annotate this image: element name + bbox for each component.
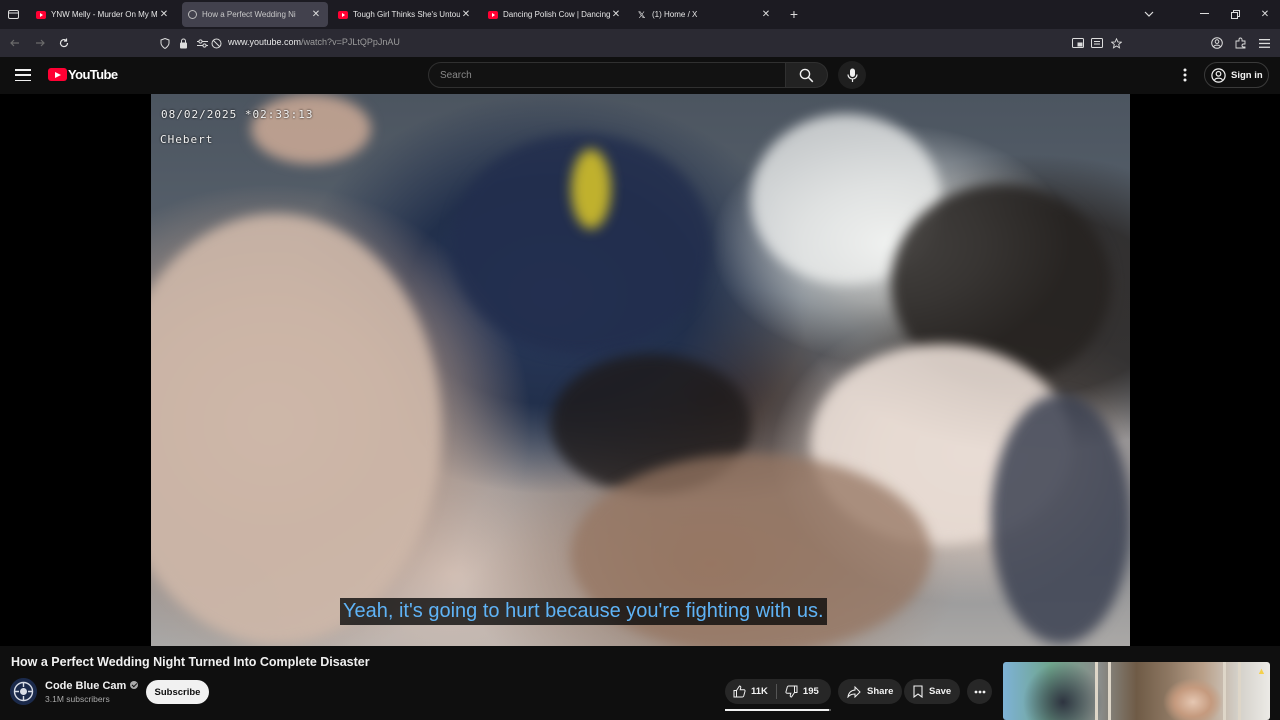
address-bar-url[interactable]: www.youtube.com/watch?v=PJLtQPpJnAU xyxy=(228,37,400,47)
like-ratio-fill xyxy=(725,709,829,711)
subscribe-button[interactable]: Subscribe xyxy=(146,680,209,704)
video-player[interactable]: 08/02/2025 *02:33:13 CHebert xyxy=(0,94,1280,646)
settings-kebab-icon[interactable] xyxy=(1176,66,1194,84)
save-button[interactable]: Save xyxy=(904,679,961,704)
video-frame[interactable]: 08/02/2025 *02:33:13 CHebert xyxy=(151,94,1130,646)
like-count: 11K xyxy=(751,686,768,697)
tracking-shield-icon[interactable] xyxy=(158,36,172,50)
thumbnail-railing xyxy=(1095,662,1098,720)
youtube-logo[interactable]: YouTube xyxy=(48,67,118,82)
thumbs-down-icon xyxy=(785,685,798,698)
x-logo-icon: 𝕏 xyxy=(638,9,646,20)
dislike-count: 195 xyxy=(802,686,819,697)
recommended-video-thumbnail[interactable]: ▲ xyxy=(1003,662,1270,720)
tab-overflow-chevron-icon[interactable] xyxy=(1140,6,1158,22)
sign-in-label: Sign in xyxy=(1231,69,1263,81)
reader-view-icon[interactable] xyxy=(1090,36,1104,50)
youtube-wordmark: YouTube xyxy=(68,67,118,82)
lock-icon[interactable] xyxy=(176,36,190,50)
search-box[interactable] xyxy=(428,62,786,88)
more-horizontal-icon xyxy=(974,690,985,693)
tab-list-icon[interactable] xyxy=(5,6,21,22)
permissions-icon[interactable] xyxy=(195,36,209,50)
browser-tab-dancing-cow[interactable]: Dancing Polish Cow | Dancing ✕ xyxy=(482,2,628,27)
youtube-favicon-icon xyxy=(338,10,348,19)
tab-title: How a Perfect Wedding Ni xyxy=(202,10,296,19)
bodycam-timestamp: 08/02/2025 *02:33:13 xyxy=(161,108,314,121)
account-icon[interactable] xyxy=(1210,36,1224,50)
youtube-play-logo-icon xyxy=(48,68,67,81)
tab-title: YNW Melly - Murder On My Mi xyxy=(51,10,158,19)
search-icon xyxy=(799,68,814,82)
url-path: /watch?v=PJLtQPpJnAU xyxy=(301,37,400,47)
back-arrow-icon[interactable] xyxy=(6,34,24,52)
url-host: www.youtube.com xyxy=(228,37,302,47)
video-officer-face xyxy=(251,94,371,164)
tab-title: (1) Home / X xyxy=(652,10,698,19)
close-window-icon[interactable]: ✕ xyxy=(1256,6,1274,22)
search-input[interactable] xyxy=(429,63,785,87)
browser-tab-ynw-melly[interactable]: YNW Melly - Murder On My Mi ✕ xyxy=(30,2,176,27)
channel-avatar[interactable] xyxy=(10,678,37,705)
minimize-window-icon[interactable] xyxy=(1195,6,1213,22)
youtube-favicon-icon xyxy=(36,10,46,19)
reload-icon[interactable] xyxy=(55,34,73,52)
audio-playing-icon xyxy=(188,10,197,19)
more-actions-button[interactable] xyxy=(967,679,992,704)
bookmark-star-icon[interactable] xyxy=(1109,36,1123,50)
bodycam-officer-id: CHebert xyxy=(160,133,214,146)
browser-tab-x-home[interactable]: 𝕏 (1) Home / X ✕ xyxy=(632,2,778,27)
restore-window-icon[interactable] xyxy=(1226,6,1244,22)
verified-badge-icon xyxy=(130,681,139,689)
tab-title: Tough Girl Thinks She's Untouc xyxy=(353,10,460,19)
save-label: Save xyxy=(929,686,952,697)
forward-arrow-icon[interactable] xyxy=(31,34,49,52)
video-dark-clothing xyxy=(991,394,1130,644)
thumbs-up-icon xyxy=(733,685,746,698)
channel-name[interactable]: Code Blue Cam xyxy=(45,680,139,692)
tab-title: Dancing Polish Cow | Dancing xyxy=(503,10,610,19)
youtube-favicon-icon xyxy=(488,10,498,19)
browser-tab-current-video[interactable]: How a Perfect Wedding Ni ✕ xyxy=(182,2,328,27)
video-caption: Yeah, it's going to hurt because you're … xyxy=(340,598,827,625)
share-button[interactable]: Share xyxy=(838,679,903,704)
like-dislike-bar: 11K 195 xyxy=(725,679,831,704)
guide-menu-icon[interactable] xyxy=(15,69,31,81)
subscriber-count: 3.1M subscribers xyxy=(45,694,110,704)
channel-logo-icon xyxy=(10,678,37,705)
browser-nav-bar: www.youtube.com/watch?v=PJLtQPpJnAU xyxy=(0,29,1280,57)
microphone-icon xyxy=(846,68,858,82)
browser-tab-strip: YNW Melly - Murder On My Mi ✕ How a Perf… xyxy=(0,0,1280,29)
search-button[interactable] xyxy=(786,62,828,88)
thumbnail-railing xyxy=(1108,662,1111,720)
video-taser xyxy=(571,149,611,229)
new-tab-plus-icon[interactable]: + xyxy=(786,5,802,23)
extensions-puzzle-icon[interactable] xyxy=(1234,36,1248,50)
user-circle-icon xyxy=(1211,67,1226,83)
like-button[interactable]: 11K xyxy=(725,679,776,704)
autoplay-blocked-icon[interactable] xyxy=(209,36,223,50)
tab-close-icon[interactable]: ✕ xyxy=(460,9,472,20)
youtube-masthead: YouTube Sign in xyxy=(0,57,1280,94)
warning-emoji-icon: ▲ xyxy=(1257,666,1266,676)
tab-close-icon[interactable]: ✕ xyxy=(610,9,622,20)
share-arrow-icon xyxy=(847,685,861,698)
share-label: Share xyxy=(867,686,894,697)
like-ratio-bar xyxy=(725,709,831,711)
dislike-button[interactable]: 195 xyxy=(777,679,827,704)
voice-search-button[interactable] xyxy=(838,61,866,89)
picture-in-picture-icon[interactable] xyxy=(1071,36,1085,50)
channel-name-text: Code Blue Cam xyxy=(45,680,127,692)
tab-close-icon[interactable]: ✕ xyxy=(310,9,322,20)
thumbnail-railing xyxy=(1223,662,1226,720)
app-menu-icon[interactable] xyxy=(1257,36,1271,50)
video-arm-foreground xyxy=(151,214,441,644)
sign-in-button[interactable]: Sign in xyxy=(1204,62,1269,88)
thumbnail-railing xyxy=(1238,662,1241,720)
video-title: How a Perfect Wedding Night Turned Into … xyxy=(11,655,370,669)
browser-tab-tough-girl[interactable]: Tough Girl Thinks She's Untouc ✕ xyxy=(332,2,478,27)
bookmark-icon xyxy=(913,685,923,698)
tab-close-icon[interactable]: ✕ xyxy=(760,9,772,20)
tab-close-icon[interactable]: ✕ xyxy=(158,9,170,20)
